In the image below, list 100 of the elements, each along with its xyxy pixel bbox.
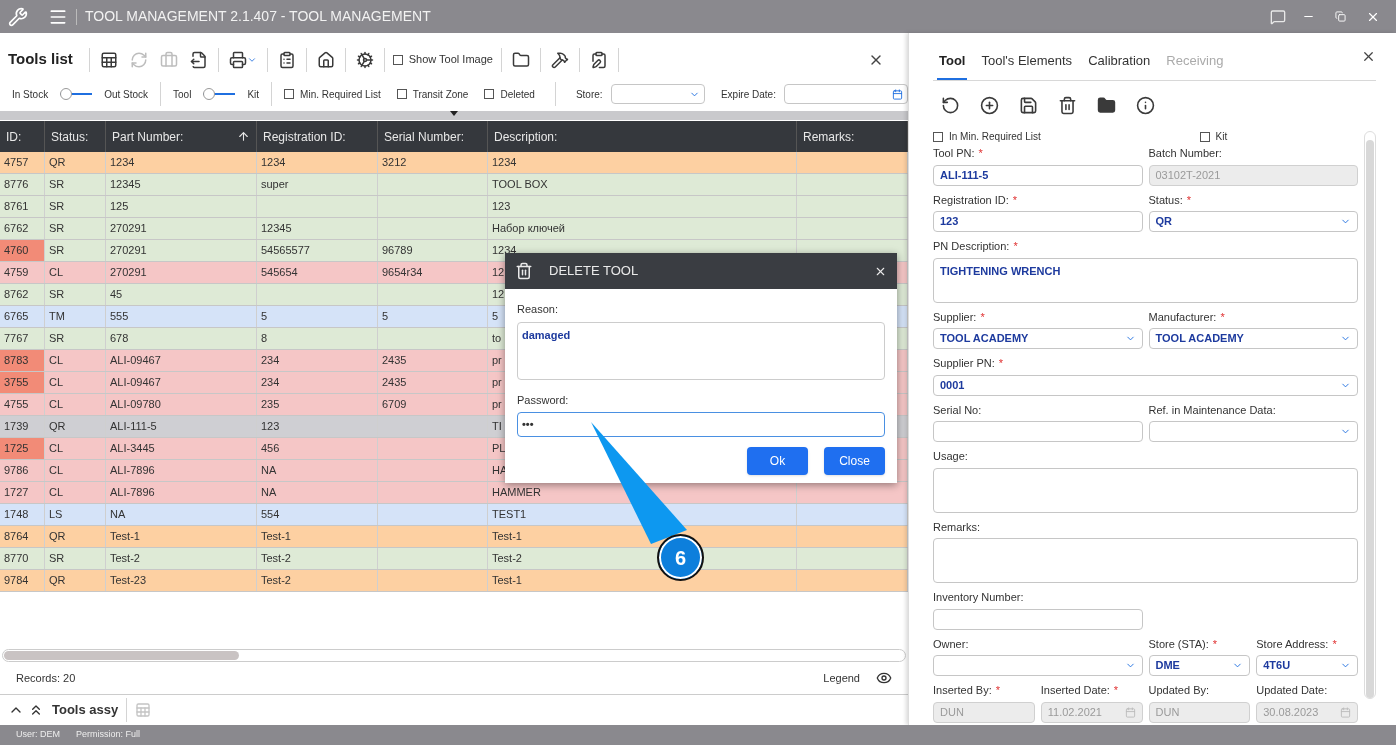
table-cell: NA	[257, 460, 378, 481]
table-cell: 1234	[257, 152, 378, 173]
field-label: Inventory Number:	[933, 590, 1024, 605]
table-row[interactable]: 9784 QR Test-23 Test-2 Test-1	[0, 570, 908, 592]
table-row[interactable]: 1748 LS NA 554 TEST1	[0, 504, 908, 526]
table-cell: 456	[257, 438, 378, 459]
checkbox[interactable]	[484, 89, 495, 99]
table-cell: QR	[45, 152, 106, 173]
field-label: Store:	[575, 87, 603, 102]
reason-text-area[interactable]: damaged	[517, 321, 885, 380]
table-cell: Test-2	[257, 548, 378, 569]
toggle-switch[interactable]	[203, 88, 236, 100]
table-cell: ALI-7896	[106, 460, 257, 481]
checkbox[interactable]	[284, 89, 295, 99]
table-cell: 8762	[0, 284, 45, 305]
add-icon[interactable]	[980, 95, 999, 115]
table-cell: SR	[45, 218, 106, 239]
eye-icon[interactable]	[876, 670, 892, 686]
checkbox-label: Kit	[1215, 130, 1228, 144]
trash-icon	[515, 262, 533, 280]
checkbox[interactable]	[396, 89, 407, 99]
field-label: Expire Date:	[720, 87, 776, 102]
select-field[interactable]: DME	[1148, 655, 1251, 676]
table-cell: 554	[257, 504, 378, 525]
table-cell: 235	[257, 394, 378, 415]
text-field[interactable]: ALI-111-5	[933, 164, 1143, 186]
table-row[interactable]: 4757 QR 1234 1234 3212 1234	[0, 152, 908, 174]
table-row[interactable]: 8764 QR Test-1 Test-1 Test-1	[0, 526, 908, 548]
table-cell: 96789	[378, 240, 488, 261]
message-icon[interactable]	[1270, 8, 1286, 25]
required-mark: *	[1332, 636, 1337, 652]
text-field[interactable]	[933, 421, 1143, 442]
table-row[interactable]: 8761 SR 125 123	[0, 196, 908, 218]
select-field[interactable]	[1148, 421, 1358, 442]
dialog-title: DELETE TOOL	[549, 262, 639, 281]
select-field[interactable]: 0001	[933, 374, 1358, 396]
table-cell: 234	[257, 372, 378, 393]
table-row[interactable]: 8776 SR 12345 super TOOL BOX	[0, 174, 908, 196]
table-cell: 7767	[0, 328, 45, 349]
table-row[interactable]: 1727 CL ALI-7896 NA HAMMER	[0, 482, 908, 504]
trash-icon[interactable]	[1058, 95, 1077, 115]
toggle-switch[interactable]	[60, 88, 93, 100]
tab[interactable]: Tool's Elements	[979, 50, 1075, 80]
password-field[interactable]: •••	[517, 412, 885, 437]
required-mark: *	[980, 309, 985, 325]
table-row[interactable]: 6762 SR 270291 12345 Набор ключей	[0, 218, 908, 240]
field-label: Inserted Date:	[1040, 683, 1110, 698]
required-mark: *	[998, 356, 1004, 371]
undo-icon[interactable]	[941, 95, 960, 115]
table-cell: 6765	[0, 306, 45, 327]
table-cell: 123	[257, 416, 378, 437]
records-count: Records: 20	[16, 670, 76, 686]
table-cell: Test-1	[257, 526, 378, 547]
table-cell: 2435	[378, 372, 488, 393]
restore-icon[interactable]	[1335, 11, 1346, 22]
select-field[interactable]: 4T6U	[1256, 655, 1358, 676]
table-cell: 1725	[0, 438, 45, 459]
checkbox[interactable]	[933, 131, 943, 142]
info-icon[interactable]	[1136, 95, 1155, 115]
dialog-button[interactable]: Ok	[747, 447, 808, 475]
panel-title: Tools list	[8, 49, 73, 70]
table-cell: NA	[106, 504, 257, 525]
checkbox[interactable]	[1199, 131, 1210, 142]
text-area[interactable]: TIGHTENING WRENCH	[933, 257, 1358, 303]
table-cell: 9654r34	[378, 262, 488, 283]
table-cell: CL	[45, 482, 106, 503]
table-cell: 1739	[0, 416, 45, 437]
checkbox[interactable]	[392, 54, 403, 65]
table-cell: 8776	[0, 174, 45, 195]
table-cell: TM	[45, 306, 106, 327]
field-label: PN Description:	[933, 239, 1010, 254]
tab[interactable]: Tool	[937, 50, 968, 80]
text-field[interactable]: 123	[933, 211, 1143, 232]
select-field[interactable]: TOOL ACADEMY	[933, 328, 1143, 349]
select-field[interactable]: QR	[1148, 211, 1358, 232]
select-field[interactable]: TOOL ACADEMY	[1148, 328, 1358, 349]
required-mark: *	[1186, 192, 1192, 208]
date-field[interactable]	[783, 84, 908, 104]
save-icon[interactable]	[1019, 95, 1038, 115]
table-cell: 1727	[0, 482, 45, 503]
dialog-button[interactable]: Close	[824, 447, 885, 475]
folder-icon[interactable]	[1097, 95, 1116, 115]
table-cell: SR	[45, 284, 106, 305]
table-cell: ALI-09467	[106, 372, 257, 393]
text-field[interactable]	[933, 608, 1143, 630]
select-field[interactable]	[933, 655, 1143, 676]
required-mark: *	[1012, 192, 1018, 208]
calendar-icon	[1340, 706, 1351, 718]
close-icon[interactable]	[1361, 49, 1376, 64]
table-cell: 6762	[0, 218, 45, 239]
field-label: Manufacturer:	[1148, 309, 1217, 325]
table-cell: 123	[488, 196, 797, 217]
table-cell: 678	[106, 328, 257, 349]
table-cell: 270291	[106, 240, 257, 261]
table-cell: 8764	[0, 526, 45, 547]
table-cell: SR	[45, 548, 106, 569]
permission-status: Permission: Full	[76, 728, 141, 742]
table-cell: 1748	[0, 504, 45, 525]
tab[interactable]: Calibration	[1086, 50, 1153, 80]
table-cell: 12345	[106, 174, 257, 195]
